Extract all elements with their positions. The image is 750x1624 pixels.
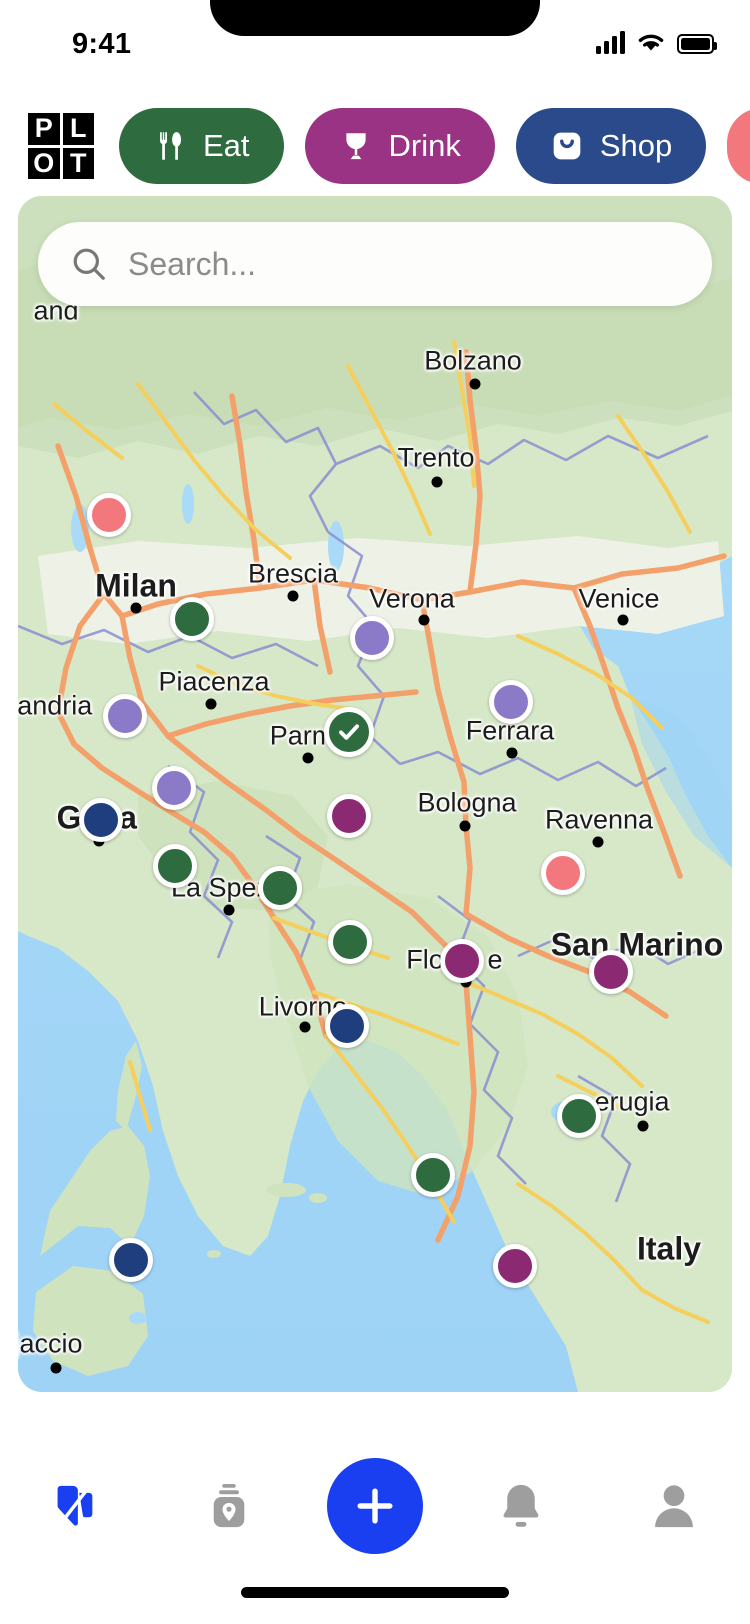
check-icon xyxy=(339,724,359,740)
category-pill-shop[interactable]: Shop xyxy=(515,108,707,184)
top-bar: P L O T Eat Drink Shop xyxy=(0,100,750,192)
map-pin[interactable] xyxy=(557,1094,601,1138)
map-pin[interactable] xyxy=(153,844,197,888)
map-city-dot xyxy=(506,747,518,759)
category-pill-drink[interactable]: Drink xyxy=(304,108,495,184)
map-pin[interactable] xyxy=(493,1244,537,1288)
wifi-icon xyxy=(638,34,664,51)
category-pill-shop-label: Shop xyxy=(599,128,673,163)
status-time: 9:41 xyxy=(72,28,132,60)
map-city-dot xyxy=(418,614,430,626)
map-pin-visited[interactable] xyxy=(324,707,374,757)
category-filter-row: Eat Drink Shop xyxy=(119,108,750,184)
map-city-dot xyxy=(302,752,314,764)
map-pin[interactable] xyxy=(109,1238,153,1282)
add-button[interactable] xyxy=(326,1458,423,1554)
nav-item-notifications[interactable] xyxy=(466,1460,576,1552)
nav-item-profile[interactable] xyxy=(619,1460,729,1552)
category-pill-drink-label: Drink xyxy=(388,128,461,163)
category-pill-next[interactable] xyxy=(727,108,750,184)
logo-letter-o: O xyxy=(28,147,60,179)
map-city-dot xyxy=(459,820,471,832)
wine-glass-icon xyxy=(345,133,366,160)
map-pin[interactable] xyxy=(152,766,196,810)
map-pin[interactable] xyxy=(325,1004,369,1048)
map-city-dot xyxy=(205,698,217,710)
fork-spoon-icon xyxy=(160,132,182,160)
plus-icon xyxy=(357,1488,393,1524)
person-icon xyxy=(654,1485,693,1528)
category-pill-eat[interactable]: Eat xyxy=(119,108,284,184)
map-city-dot xyxy=(592,836,604,848)
map-pin[interactable] xyxy=(327,794,371,838)
nav-item-map[interactable] xyxy=(21,1460,131,1552)
shopping-bag-icon xyxy=(553,132,581,160)
map-city-dot xyxy=(130,602,142,614)
map-pin[interactable] xyxy=(87,493,131,537)
search-input[interactable]: Search... xyxy=(128,246,256,283)
map-pin[interactable] xyxy=(79,798,123,842)
search-icon xyxy=(73,248,105,280)
phone-screen: 9:41 P L O T Eat Drink Shop and Bolzano … xyxy=(0,0,750,1624)
travel-bag-pin-icon xyxy=(213,1483,245,1528)
status-bar: 9:41 xyxy=(0,0,750,92)
map-city-dot xyxy=(617,614,629,626)
map-canvas xyxy=(18,196,732,1392)
bell-icon xyxy=(503,1484,539,1527)
home-indicator xyxy=(241,1587,509,1598)
search-bar[interactable]: Search... xyxy=(38,222,712,306)
map-pin[interactable] xyxy=(589,950,633,994)
logo-letter-l: L xyxy=(62,113,94,145)
map-pin[interactable] xyxy=(489,680,533,724)
map-pin[interactable] xyxy=(258,866,302,910)
logo-letter-p: P xyxy=(28,113,60,145)
map-pin[interactable] xyxy=(541,851,585,895)
map-flag-icon xyxy=(57,1485,93,1526)
map-city-dot xyxy=(299,1021,311,1033)
map-pin[interactable] xyxy=(170,597,214,641)
map-city-dot xyxy=(287,590,299,602)
app-logo[interactable]: P L O T xyxy=(28,113,94,179)
map-pin[interactable] xyxy=(328,920,372,964)
map-view[interactable]: and Bolzano Trento Milan Brescia Verona Venice… xyxy=(18,196,732,1392)
status-icons xyxy=(596,30,717,54)
map-pin[interactable] xyxy=(350,616,394,660)
notch xyxy=(210,0,540,36)
battery-full-icon xyxy=(677,34,717,54)
category-pill-eat-label: Eat xyxy=(203,128,250,163)
map-city-dot xyxy=(431,476,443,488)
map-pin[interactable] xyxy=(411,1153,455,1197)
map-pin[interactable] xyxy=(103,694,147,738)
map-city-dot xyxy=(637,1120,649,1132)
map-city-dot xyxy=(50,1362,62,1374)
map-pin[interactable] xyxy=(440,939,484,983)
map-city-dot xyxy=(469,378,481,390)
logo-letter-t: T xyxy=(62,147,94,179)
map-city-dot xyxy=(223,904,235,916)
cellular-bars-icon xyxy=(596,30,625,54)
nav-item-trips[interactable] xyxy=(174,1460,284,1552)
